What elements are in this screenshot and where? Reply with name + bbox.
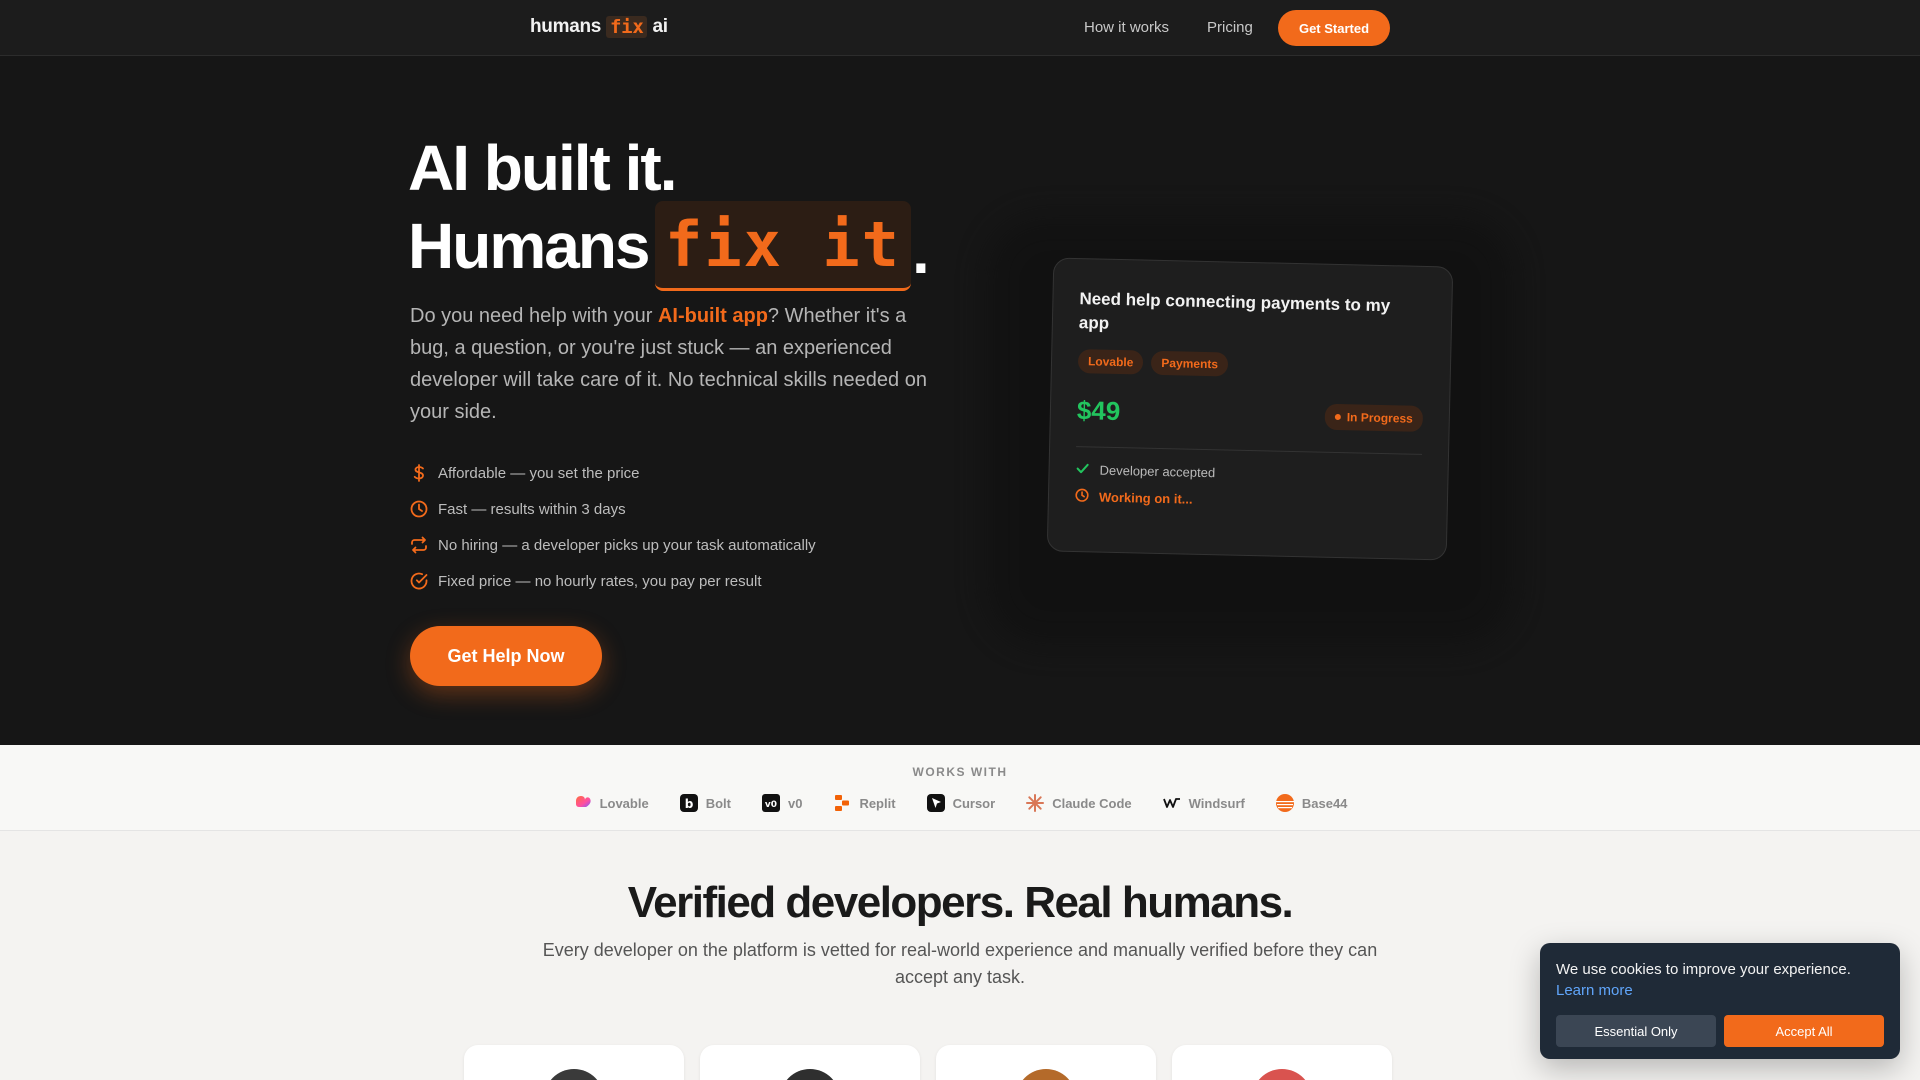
developer-card[interactable] [464, 1045, 684, 1080]
tool-cursor: Cursor [926, 793, 996, 813]
feature-item: Affordable — you set the price [410, 464, 640, 482]
tool-claude-code: Claude Code [1025, 793, 1132, 813]
tool-name: Windsurf [1188, 795, 1245, 811]
repeat-icon [410, 536, 428, 554]
get-help-now-button[interactable]: Get Help Now [410, 626, 602, 686]
logo-fix: fix [606, 16, 648, 38]
tool-name: Cursor [952, 795, 996, 811]
desc-pre: Do you need help with your [410, 305, 658, 327]
accept-all-button[interactable]: Accept All [1724, 1015, 1884, 1047]
tool-bolt: b Bolt [679, 793, 731, 813]
tool-windsurf: Windsurf [1162, 793, 1245, 813]
logo-prefix: humans [530, 16, 602, 37]
clock-icon [410, 500, 428, 518]
tool-name: Claude Code [1052, 795, 1132, 811]
lovable-icon [573, 793, 593, 813]
nav-link-how-it-works[interactable]: How it works [1084, 19, 1169, 36]
tool-name: Lovable [599, 795, 649, 811]
tool-v0: v0 v0 [761, 793, 802, 813]
feature-text: Fast — results within 3 days [438, 500, 626, 518]
hero-title-dot: . [912, 215, 930, 287]
nav-link-pricing[interactable]: Pricing [1207, 19, 1253, 36]
learn-more-link[interactable]: Learn more [1556, 980, 1884, 1001]
feature-text: No hiring — a developer picks up your ta… [438, 536, 816, 554]
developer-card[interactable] [1172, 1045, 1392, 1080]
windsurf-icon [1162, 793, 1182, 813]
v0-icon: v0 [761, 793, 781, 813]
status-badge: In Progress [1324, 403, 1424, 432]
works-with-section: WORKS WITH Lovable b Bolt v0 v0 Replit C… [0, 745, 1920, 831]
step-text: Developer accepted [1099, 462, 1216, 481]
hero-fix-it-highlight: fix it [655, 201, 911, 291]
task-card: Need help connecting payments to my app … [1046, 257, 1454, 561]
hero-section: AI built it. Humans fix it . Do you need… [0, 56, 1920, 745]
avatar [1252, 1069, 1312, 1080]
tag-lovable: Lovable [1077, 349, 1144, 375]
check-icon [1075, 461, 1089, 478]
feature-item: Fixed price — no hourly rates, you pay p… [410, 572, 761, 590]
hero-title-line2: Humans [408, 210, 650, 282]
feature-text: Affordable — you set the price [438, 464, 640, 482]
avatar [544, 1069, 604, 1080]
tool-replit: Replit [832, 793, 896, 813]
cookie-text: We use cookies to improve your experienc… [1556, 961, 1851, 978]
get-started-button[interactable]: Get Started [1278, 10, 1390, 46]
feature-text: Fixed price — no hourly rates, you pay p… [438, 572, 762, 590]
cursor-icon [926, 793, 946, 813]
feature-item: Fast — results within 3 days [410, 500, 626, 518]
hero-description: Do you need help with your AI-built app?… [410, 300, 930, 428]
hero-title-line1: AI built it. [408, 132, 677, 204]
step-text: Working on it... [1098, 489, 1193, 507]
logo-suffix: ai [652, 16, 668, 37]
desc-highlight: AI-built app [657, 305, 768, 327]
tool-lovable: Lovable [573, 793, 649, 813]
step-developer-accepted: Developer accepted [1075, 461, 1421, 486]
tag-payments: Payments [1151, 350, 1229, 377]
essential-only-button[interactable]: Essential Only [1556, 1015, 1716, 1047]
task-price: $49 [1076, 395, 1121, 427]
tool-name: Bolt [705, 795, 731, 811]
logo[interactable]: humans fix ai [530, 16, 668, 38]
verified-title: Verified developers. Real humans. [627, 878, 1294, 927]
claude-icon [1025, 793, 1045, 813]
tool-name: Replit [859, 795, 896, 811]
bolt-icon: b [679, 793, 699, 813]
dollar-icon [410, 464, 428, 482]
step-working: Working on it... [1075, 488, 1421, 513]
verified-subtitle: Every developer on the platform is vette… [542, 940, 1378, 987]
developer-card[interactable] [936, 1045, 1156, 1080]
developer-card[interactable] [700, 1045, 920, 1080]
card-divider [1076, 446, 1423, 455]
avatar [1016, 1069, 1076, 1080]
top-nav: humans fix ai How it works Pricing Get S… [0, 0, 1920, 56]
status-dot-icon [1334, 413, 1341, 420]
tool-name: Base44 [1301, 795, 1348, 811]
svg-text:b: b [684, 797, 693, 811]
svg-text:v0: v0 [765, 800, 777, 810]
tool-base44: Base44 [1275, 793, 1348, 813]
replit-icon [832, 793, 852, 813]
check-circle-icon [410, 572, 428, 590]
cookie-banner: We use cookies to improve your experienc… [1540, 943, 1900, 1059]
tool-name: v0 [787, 795, 803, 811]
clock-icon [1075, 488, 1089, 505]
task-card-title: Need help connecting payments to my app [1078, 289, 1391, 333]
status-text: In Progress [1346, 409, 1413, 426]
avatar [780, 1069, 840, 1080]
works-with-title: WORKS WITH [912, 765, 1008, 779]
base44-icon [1275, 793, 1295, 813]
feature-item: No hiring — a developer picks up your ta… [410, 536, 816, 554]
